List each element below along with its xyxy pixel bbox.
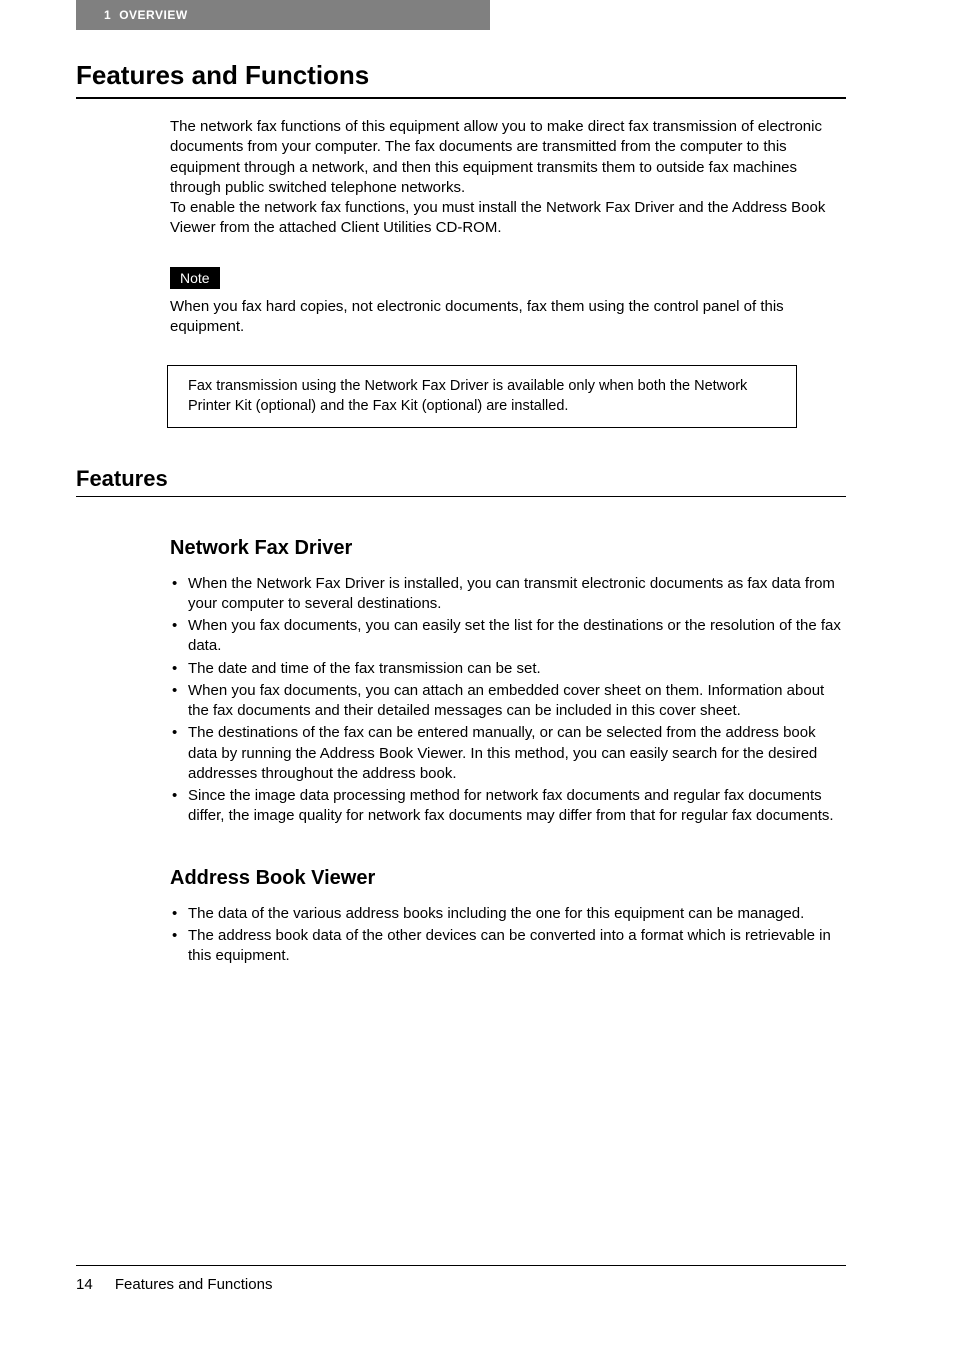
note-section: Note When you fax hard copies, not elect… <box>170 267 846 338</box>
bullet-list-address-book-viewer: The data of the various address books in… <box>170 904 846 967</box>
intro-paragraph-2: To enable the network fax functions, you… <box>170 198 846 239</box>
bullet-list-network-fax-driver: When the Network Fax Driver is installed… <box>170 574 846 827</box>
list-item: The data of the various address books in… <box>170 904 846 924</box>
chapter-header-bar: 1 OVERVIEW <box>76 0 490 30</box>
list-item: Since the image data processing method f… <box>170 786 846 827</box>
subsection-heading-address-book-viewer: Address Book Viewer <box>170 867 846 890</box>
footer-section-title: Features and Functions <box>115 1276 273 1293</box>
heading-underline <box>76 97 846 99</box>
page-footer: 14 Features and Functions <box>76 1265 846 1293</box>
subsection-heading-network-fax-driver: Network Fax Driver <box>170 537 846 560</box>
intro-text-block: The network fax functions of this equipm… <box>170 117 846 239</box>
note-text: When you fax hard copies, not electronic… <box>170 297 846 338</box>
list-item: When you fax documents, you can easily s… <box>170 616 846 657</box>
list-item: When you fax documents, you can attach a… <box>170 681 846 722</box>
callout-box: Fax transmission using the Network Fax D… <box>167 365 797 428</box>
chapter-number: 1 <box>104 8 111 22</box>
chapter-title: OVERVIEW <box>119 8 187 22</box>
note-label: Note <box>170 267 220 289</box>
intro-paragraph-1: The network fax functions of this equipm… <box>170 117 846 198</box>
list-item: The destinations of the fax can be enter… <box>170 723 846 784</box>
page-content: Features and Functions The network fax f… <box>76 60 846 968</box>
main-heading: Features and Functions <box>76 60 846 91</box>
list-item: The address book data of the other devic… <box>170 926 846 967</box>
features-heading: Features <box>76 466 846 497</box>
footer-page-number: 14 <box>76 1276 93 1293</box>
list-item: When the Network Fax Driver is installed… <box>170 574 846 615</box>
list-item: The date and time of the fax transmissio… <box>170 659 846 679</box>
